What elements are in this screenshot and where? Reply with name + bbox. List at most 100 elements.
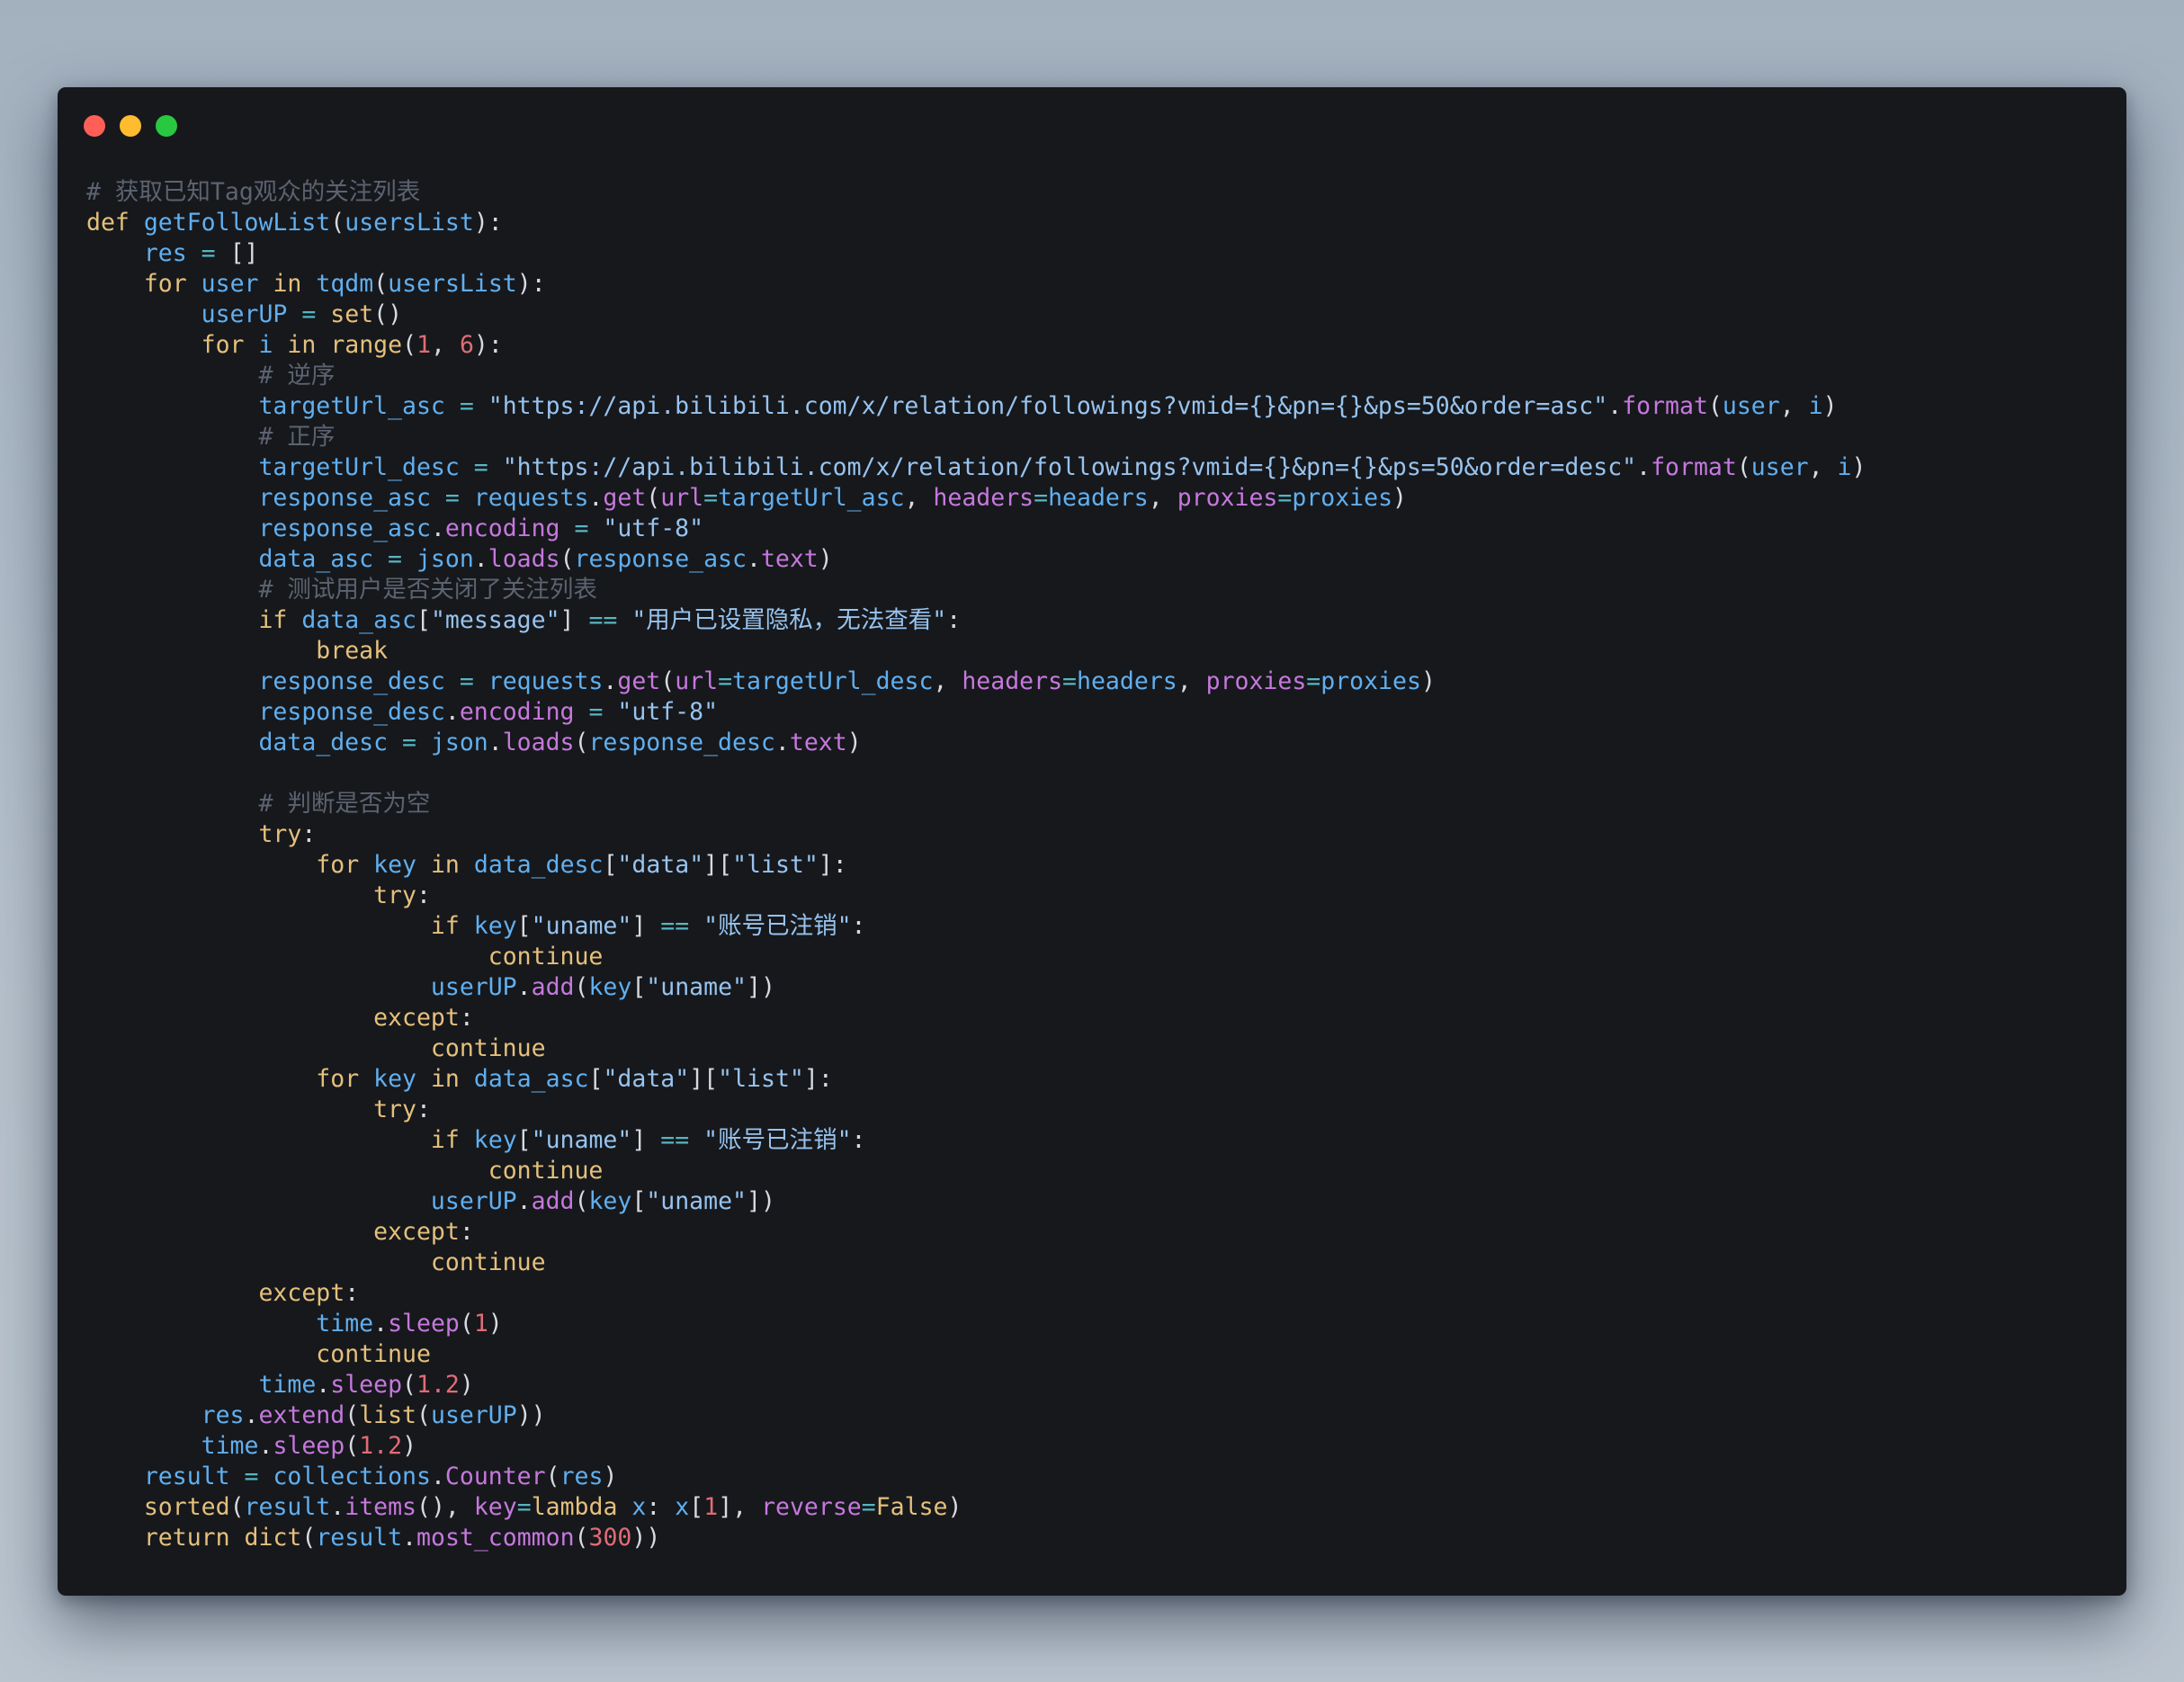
code-token: except xyxy=(373,1218,460,1246)
code-token: key xyxy=(473,1126,517,1154)
code-token: )) xyxy=(631,1524,661,1552)
code-line: # 获取已知Tag观众的关注列表 xyxy=(86,177,1866,208)
code-token: data_asc xyxy=(301,606,416,634)
code-token: = xyxy=(229,1463,273,1490)
code-token: "message" xyxy=(430,606,560,634)
code-line: continue xyxy=(86,942,1866,972)
code-token: ( xyxy=(229,1493,245,1521)
code-token: "https://api.bilibili.com/x/relation/fol… xyxy=(502,453,1637,481)
code-token: targetUrl_desc xyxy=(732,667,934,695)
code-token: x xyxy=(675,1493,690,1521)
code-token: = xyxy=(1062,667,1077,695)
code-token: ) xyxy=(459,1371,474,1399)
code-token: [ xyxy=(631,973,647,1001)
code-token: ( xyxy=(545,1463,560,1490)
code-token: userUP xyxy=(430,1187,517,1215)
code-token: ): xyxy=(473,209,503,237)
close-button[interactable] xyxy=(84,115,105,137)
code-token: response_desc xyxy=(588,729,775,756)
code-token: except xyxy=(258,1279,345,1307)
code-token: = xyxy=(186,239,230,267)
code-token: , xyxy=(1177,667,1206,695)
code-token: getFollowList xyxy=(143,209,331,237)
code-token: "uname" xyxy=(646,973,747,1001)
code-token: . xyxy=(430,514,445,542)
code-token: ( xyxy=(402,1371,416,1399)
code-line: for key in data_asc["data"]["list"]: xyxy=(86,1064,1866,1095)
maximize-button[interactable] xyxy=(156,115,177,137)
code-token: # 测试用户是否关闭了关注列表 xyxy=(258,576,597,604)
code-token: ) xyxy=(603,1463,618,1490)
code-token: ( xyxy=(1707,392,1723,420)
code-line: except: xyxy=(86,1003,1866,1033)
code-token: 1 xyxy=(416,331,432,359)
code-token: response_asc xyxy=(258,514,431,542)
code-token: x xyxy=(631,1493,647,1521)
code-token: . xyxy=(588,484,604,512)
code-token: . xyxy=(330,1493,345,1521)
code-token: ) xyxy=(947,1493,962,1521)
code-token: )) xyxy=(516,1401,546,1429)
code-token: ], xyxy=(718,1493,762,1521)
code-token: userUP xyxy=(430,1401,517,1429)
code-token: . xyxy=(488,729,503,756)
code-token: requests xyxy=(488,667,604,695)
code-line: result = collections.Counter(res) xyxy=(86,1462,1866,1492)
code-token: data_desc xyxy=(473,851,604,879)
code-token: . xyxy=(444,698,460,726)
code-token: in xyxy=(430,851,460,879)
code-token: add xyxy=(531,1187,575,1215)
code-token: proxies xyxy=(1205,667,1307,695)
code-token: . xyxy=(316,1371,331,1399)
code-token: ][ xyxy=(689,1065,719,1093)
code-token: in xyxy=(430,1065,460,1093)
code-token: ] xyxy=(631,912,647,940)
code-token: key xyxy=(588,973,632,1001)
code-token: 1.2 xyxy=(416,1371,460,1399)
code-token: . xyxy=(373,1310,389,1338)
code-token: : xyxy=(851,912,866,940)
code-token: lambda xyxy=(531,1493,618,1521)
code-line: continue xyxy=(86,1033,1866,1064)
code-token: [ xyxy=(516,912,532,940)
code-token: time xyxy=(258,1371,317,1399)
code-token: continue xyxy=(488,943,604,971)
code-token: "账号已注销" xyxy=(703,1126,852,1154)
code-token: targetUrl_desc xyxy=(258,453,460,481)
code-line: sorted(result.items(), key=lambda x: x[1… xyxy=(86,1492,1866,1523)
code-token: = xyxy=(430,484,474,512)
code-token: = xyxy=(444,667,488,695)
code-line: for user in tqdm(usersList): xyxy=(86,269,1866,300)
code-token: ( xyxy=(416,1401,431,1429)
code-token: in xyxy=(273,270,302,298)
code-token: [ xyxy=(588,1065,604,1093)
code-token: "https://api.bilibili.com/x/relation/fol… xyxy=(488,392,1608,420)
code-token: # 获取已知Tag观众的关注列表 xyxy=(86,178,421,206)
code-token: def xyxy=(86,209,130,237)
minimize-button[interactable] xyxy=(120,115,141,137)
code-token: key xyxy=(588,1187,632,1215)
code-line: for key in data_desc["data"]["list"]: xyxy=(86,850,1866,881)
code-token: "list" xyxy=(718,1065,804,1093)
